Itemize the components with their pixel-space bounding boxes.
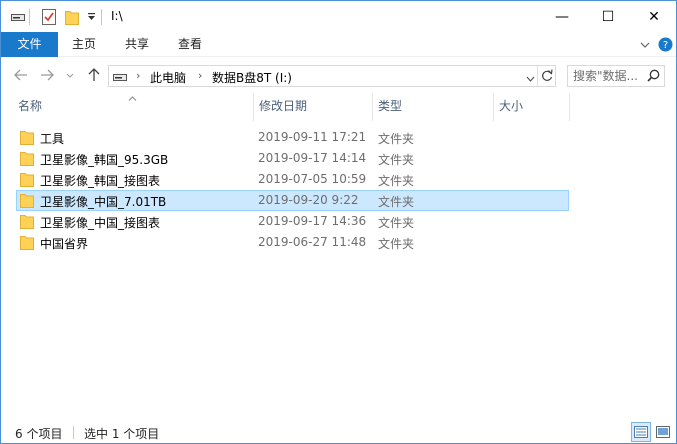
file-type: 文件夹 xyxy=(378,153,415,167)
file-date: 2019-09-20 9:22 xyxy=(258,193,359,207)
new-folder-icon[interactable] xyxy=(63,1,81,32)
address-dropdown-icon[interactable] xyxy=(526,71,535,85)
column-divider[interactable] xyxy=(253,93,254,121)
folder-icon xyxy=(20,236,34,250)
title-separator-2 xyxy=(101,1,102,32)
column-header-size[interactable]: 大小 xyxy=(499,97,523,117)
file-name: 中国省界 xyxy=(40,237,89,251)
breadcrumb-drive[interactable]: 数据B盘8T (I:) xyxy=(212,69,292,86)
column-header-date[interactable]: 修改日期 xyxy=(259,97,307,117)
file-type: 文件夹 xyxy=(378,237,415,251)
tab-view[interactable]: 查看 xyxy=(169,32,211,57)
breadcrumb-separator-icon[interactable]: › xyxy=(136,69,140,82)
up-arrow-icon xyxy=(88,68,100,81)
ribbon-tabs: 文件 主页 共享 查看 ? xyxy=(1,32,676,57)
selected-count: 选中 1 个项目 xyxy=(84,427,160,441)
list-item-selected[interactable]: 卫星影像_中国_7.01TB 2019-09-20 9:22 文件夹 xyxy=(16,190,569,211)
file-date: 2019-07-05 10:59 xyxy=(258,172,367,186)
forward-arrow-icon xyxy=(41,69,54,81)
list-item[interactable]: 中国省界 2019-06-27 11:48 文件夹 xyxy=(16,232,569,253)
address-divider xyxy=(537,66,538,86)
large-icons-view-button[interactable] xyxy=(653,422,673,442)
column-divider[interactable] xyxy=(372,93,373,121)
breadcrumb-this-pc[interactable]: 此电脑 xyxy=(150,69,186,86)
refresh-icon[interactable] xyxy=(541,69,553,85)
status-bar: 6 个项目 选中 1 个项目 xyxy=(1,421,676,443)
drive-icon xyxy=(9,1,27,32)
column-header-type[interactable]: 类型 xyxy=(378,97,402,117)
large-icons-view-icon xyxy=(656,426,670,438)
column-divider[interactable] xyxy=(493,93,494,121)
file-type: 文件夹 xyxy=(378,132,415,146)
file-name: 卫星影像_中国_7.01TB xyxy=(40,195,167,209)
svg-text:?: ? xyxy=(663,40,668,51)
navigation-bar: › 此电脑 › 数据B盘8T (I:) xyxy=(1,58,676,94)
help-icon[interactable]: ? xyxy=(656,35,675,54)
file-name: 卫星影像_韩国_接图表 xyxy=(40,174,161,188)
file-date: 2019-06-27 11:48 xyxy=(258,235,367,249)
file-date: 2019-09-11 17:21 xyxy=(258,130,367,144)
address-bar[interactable]: › 此电脑 › 数据B盘8T (I:) xyxy=(108,65,556,87)
expand-ribbon-icon[interactable] xyxy=(635,35,654,54)
title-bar: I:\ — ☐ ✕ xyxy=(1,1,676,32)
tab-file[interactable]: 文件 xyxy=(1,32,58,57)
explorer-window: I:\ — ☐ ✕ 文件 主页 共享 查看 ? › 此电脑 › 数据B盘8T (… xyxy=(0,0,677,444)
maximize-button[interactable]: ☐ xyxy=(585,1,631,32)
file-name: 卫星影像_韩国_95.3GB xyxy=(40,153,169,167)
file-name: 工具 xyxy=(40,132,65,146)
search-box[interactable] xyxy=(567,65,665,87)
back-arrow-icon xyxy=(14,69,27,81)
tab-share[interactable]: 共享 xyxy=(116,32,158,57)
file-type: 文件夹 xyxy=(378,174,415,188)
file-name: 卫星影像_中国_接图表 xyxy=(40,216,161,230)
minimize-button[interactable]: — xyxy=(539,1,585,32)
file-date: 2019-09-17 14:36 xyxy=(258,214,367,228)
folder-icon xyxy=(20,215,34,229)
file-type: 文件夹 xyxy=(378,216,415,230)
list-item[interactable]: 卫星影像_韩国_95.3GB 2019-09-17 14:14 文件夹 xyxy=(16,148,569,169)
chevron-down-icon xyxy=(66,73,74,78)
drive-icon xyxy=(113,71,127,85)
close-button[interactable]: ✕ xyxy=(631,1,677,32)
folder-icon xyxy=(20,152,34,166)
back-button[interactable] xyxy=(11,64,31,86)
forward-button[interactable] xyxy=(37,64,57,86)
details-view-button[interactable] xyxy=(631,422,651,442)
tab-home[interactable]: 主页 xyxy=(63,32,105,57)
window-title: I:\ xyxy=(111,9,123,23)
list-item[interactable]: 工具 2019-09-11 17:21 文件夹 xyxy=(16,127,569,148)
file-type: 文件夹 xyxy=(378,195,415,209)
search-input[interactable] xyxy=(573,68,643,84)
details-view-icon xyxy=(634,426,648,438)
column-header-name[interactable]: 名称 xyxy=(18,97,42,117)
recent-locations-button[interactable] xyxy=(63,64,77,86)
customize-quick-access-icon[interactable] xyxy=(84,1,98,32)
status-divider xyxy=(73,426,74,439)
up-button[interactable] xyxy=(84,64,104,86)
breadcrumb-separator-icon[interactable]: › xyxy=(198,69,202,82)
column-divider[interactable] xyxy=(569,93,570,121)
properties-icon[interactable] xyxy=(39,1,59,32)
folder-icon xyxy=(20,194,34,208)
folder-icon xyxy=(20,173,34,187)
folder-icon xyxy=(20,131,34,145)
list-item[interactable]: 卫星影像_韩国_接图表 2019-07-05 10:59 文件夹 xyxy=(16,169,569,190)
title-separator xyxy=(29,1,30,32)
file-date: 2019-09-17 14:14 xyxy=(258,151,367,165)
search-icon[interactable] xyxy=(647,69,660,85)
item-count: 6 个项目 xyxy=(15,427,63,441)
sort-ascending-icon xyxy=(128,90,137,104)
list-item[interactable]: 卫星影像_中国_接图表 2019-09-17 14:36 文件夹 xyxy=(16,211,569,232)
